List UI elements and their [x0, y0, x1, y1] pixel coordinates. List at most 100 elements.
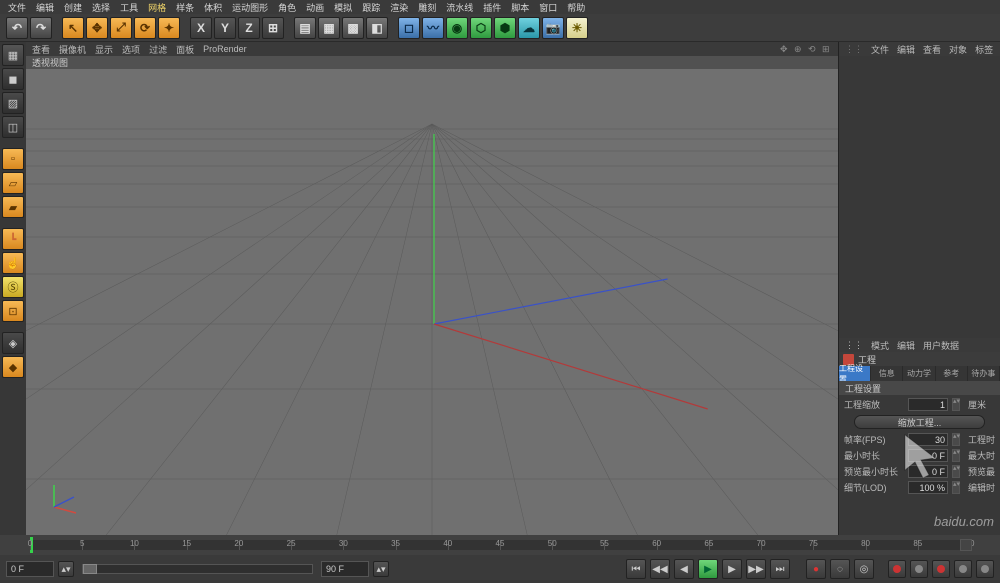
viewport-3d[interactable]	[26, 69, 838, 535]
rp-menu-item[interactable]: 查看	[923, 43, 941, 56]
menu-item[interactable]: 模拟	[330, 1, 356, 14]
rp-menu-item[interactable]: 对象	[949, 43, 967, 56]
axis-y-button[interactable]: Y	[214, 17, 236, 39]
make-editable-button[interactable]: ▦	[2, 44, 24, 66]
texture-mode-button[interactable]: ▨	[2, 92, 24, 114]
redo-button[interactable]: ↷	[30, 17, 52, 39]
object-manager-area[interactable]	[839, 56, 1000, 338]
spinner-icon[interactable]: ▴▾	[952, 449, 960, 462]
frame-spinner[interactable]: ▴▾	[58, 561, 74, 577]
rp-menu-item[interactable]: 编辑	[897, 339, 915, 352]
vp-rotate-icon[interactable]: ⟲	[808, 44, 818, 54]
key-pla-button[interactable]	[976, 560, 994, 578]
menu-item[interactable]: 雕刻	[414, 1, 440, 14]
axis-mode-button[interactable]: ┗	[2, 228, 24, 250]
tab-reference[interactable]: 参考	[936, 366, 968, 381]
key-scale-button[interactable]	[910, 560, 928, 578]
menu-item[interactable]: 帮助	[563, 1, 589, 14]
rotate-tool-button[interactable]: ⟳	[134, 17, 156, 39]
tab-project-settings[interactable]: 工程设置	[839, 366, 871, 381]
vp-menu-item[interactable]: ProRender	[203, 44, 247, 54]
undo-button[interactable]: ↶	[6, 17, 28, 39]
scale-project-button[interactable]: 缩放工程...	[854, 415, 985, 429]
timeline-track[interactable]: 051015202530354045505560657075808590	[30, 540, 970, 550]
next-key-button[interactable]: ▶▶	[746, 559, 766, 579]
coord-system-button[interactable]: ⊞	[262, 17, 284, 39]
tab-todo[interactable]: 待办事	[968, 366, 1000, 381]
min-time-input[interactable]	[908, 449, 948, 462]
render-settings-button[interactable]: ▩	[342, 17, 364, 39]
vp-zoom-icon[interactable]: ⊕	[794, 44, 804, 54]
model-mode-button[interactable]: ◼	[2, 68, 24, 90]
menu-item[interactable]: 样条	[172, 1, 198, 14]
menu-item[interactable]: 流水线	[442, 1, 477, 14]
menu-item[interactable]: 选择	[88, 1, 114, 14]
menu-item[interactable]: 工具	[116, 1, 142, 14]
rp-menu-item[interactable]: 文件	[871, 43, 889, 56]
menu-item[interactable]: 渲染	[386, 1, 412, 14]
scale-tool-button[interactable]: ⤢	[110, 17, 132, 39]
key-param-button[interactable]	[954, 560, 972, 578]
menu-item[interactable]: 插件	[479, 1, 505, 14]
rp-menu-item[interactable]: 模式	[871, 339, 889, 352]
goto-end-button[interactable]: ⏭	[770, 559, 790, 579]
range-thumb[interactable]	[83, 564, 97, 574]
vp-max-icon[interactable]: ⊞	[822, 44, 832, 54]
snap-button[interactable]: Ⓢ	[2, 276, 24, 298]
spinner-icon[interactable]: ▴▾	[952, 465, 960, 478]
vp-nav-icon[interactable]: ✥	[780, 44, 790, 54]
workplane-tool-button[interactable]: ⊡	[2, 300, 24, 322]
menu-item[interactable]: 跟踪	[358, 1, 384, 14]
axis-x-button[interactable]: X	[190, 17, 212, 39]
vp-menu-item[interactable]: 过滤	[149, 43, 167, 56]
vp-menu-item[interactable]: 显示	[95, 43, 113, 56]
frame-spinner[interactable]: ▴▾	[373, 561, 389, 577]
autokey-button[interactable]: ◌	[830, 559, 850, 579]
current-frame-field[interactable]: 0 F	[6, 561, 54, 577]
move-tool-button[interactable]: ✥	[86, 17, 108, 39]
tweak-mode-button[interactable]: ☝	[2, 252, 24, 274]
vp-menu-item[interactable]: 选项	[122, 43, 140, 56]
render-pv-button[interactable]: ◧	[366, 17, 388, 39]
tab-info[interactable]: 信息	[871, 366, 903, 381]
spinner-icon[interactable]: ▴▾	[952, 398, 960, 411]
menu-item[interactable]: 运动图形	[228, 1, 272, 14]
goto-start-button[interactable]: ⏮	[626, 559, 646, 579]
menu-item[interactable]: 体积	[200, 1, 226, 14]
vp-menu-item[interactable]: 面板	[176, 43, 194, 56]
add-nurbs-button[interactable]: ◉	[446, 17, 468, 39]
select-tool-button[interactable]: ↖	[62, 17, 84, 39]
rp-menu-item[interactable]: 编辑	[897, 43, 915, 56]
render-view-button[interactable]: ▤	[294, 17, 316, 39]
rp-menu-item[interactable]: 用户数据	[923, 339, 959, 352]
menu-item[interactable]: 编辑	[32, 1, 58, 14]
rp-menu-item[interactable]: 标签	[975, 43, 993, 56]
viewport-solo-button[interactable]: ◈	[2, 332, 24, 354]
timeline[interactable]: 051015202530354045505560657075808590	[0, 535, 1000, 555]
menu-item[interactable]: 创建	[60, 1, 86, 14]
vp-menu-item[interactable]: 摄像机	[59, 43, 86, 56]
add-deformer-button[interactable]: ⬢	[494, 17, 516, 39]
vp-menu-item[interactable]: 查看	[32, 43, 50, 56]
preview-min-input[interactable]	[908, 465, 948, 478]
play-button[interactable]: ▶	[698, 559, 718, 579]
menu-item[interactable]: 角色	[274, 1, 300, 14]
add-environment-button[interactable]: ☁	[518, 17, 540, 39]
add-cube-button[interactable]: ◻	[398, 17, 420, 39]
lod-input[interactable]	[908, 481, 948, 494]
add-spline-button[interactable]: 〰	[422, 17, 444, 39]
keyframe-sel-button[interactable]: ◎	[854, 559, 874, 579]
point-mode-button[interactable]: ▫	[2, 148, 24, 170]
range-slider[interactable]	[82, 564, 313, 574]
menu-item[interactable]: 脚本	[507, 1, 533, 14]
add-light-button[interactable]: ☀	[566, 17, 588, 39]
workplane-button[interactable]: ◫	[2, 116, 24, 138]
lock-button[interactable]: ◆	[2, 356, 24, 378]
prev-frame-button[interactable]: ◀	[674, 559, 694, 579]
timeline-end-grip[interactable]	[960, 539, 972, 551]
key-pos-button[interactable]	[888, 560, 906, 578]
end-frame-field[interactable]: 90 F	[321, 561, 369, 577]
key-rot-button[interactable]	[932, 560, 950, 578]
polygon-mode-button[interactable]: ▰	[2, 196, 24, 218]
menu-item[interactable]: 窗口	[535, 1, 561, 14]
